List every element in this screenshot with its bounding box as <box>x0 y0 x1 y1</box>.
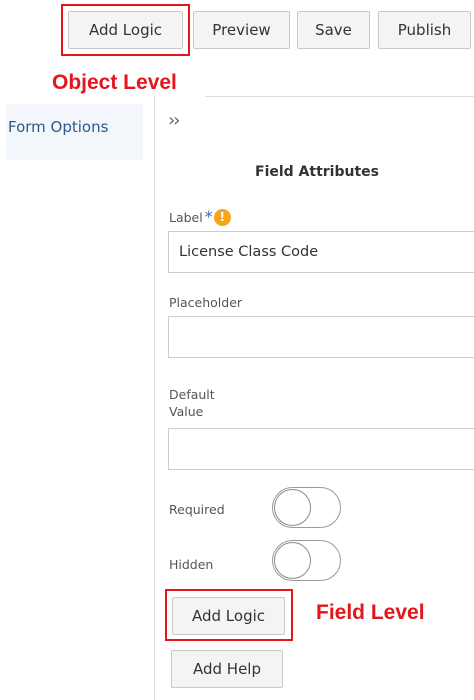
required-asterisk: * <box>204 207 213 226</box>
label-field-label-text: Label <box>169 210 203 225</box>
warning-icon: ! <box>213 208 231 226</box>
panel-divider <box>154 96 155 700</box>
required-toggle[interactable] <box>272 487 341 528</box>
placeholder-field-label: Placeholder <box>169 295 243 310</box>
field-level-annotation: Field Level <box>316 601 425 624</box>
preview-button[interactable]: Preview <box>193 11 290 49</box>
toggle-knob <box>274 542 311 579</box>
sidebar-tab-label: Form Options <box>8 118 109 136</box>
hidden-toggle[interactable] <box>272 540 341 581</box>
save-button[interactable]: Save <box>297 11 370 49</box>
label-field-label: Label *! <box>169 208 231 226</box>
sidebar-tab-form-options[interactable]: Form Options <box>6 104 143 160</box>
add-help-button[interactable]: Add Help <box>171 650 283 688</box>
object-level-highlight <box>61 4 190 56</box>
field-level-highlight <box>165 589 293 641</box>
label-input[interactable]: License Class Code <box>168 231 474 273</box>
toolbar-divider <box>205 96 474 97</box>
default-value-field-label: Default Value <box>169 387 215 419</box>
hidden-field-label: Hidden <box>169 557 214 572</box>
object-level-annotation: Object Level <box>52 71 177 94</box>
section-title: Field Attributes <box>255 164 379 180</box>
double-chevron-right-icon[interactable]: ›› <box>168 110 180 131</box>
sidebar-content <box>6 160 143 700</box>
required-field-label: Required <box>169 502 225 517</box>
placeholder-input[interactable] <box>168 316 474 358</box>
publish-button[interactable]: Publish <box>378 11 471 49</box>
default-value-input[interactable] <box>168 428 474 470</box>
toggle-knob <box>274 489 311 526</box>
